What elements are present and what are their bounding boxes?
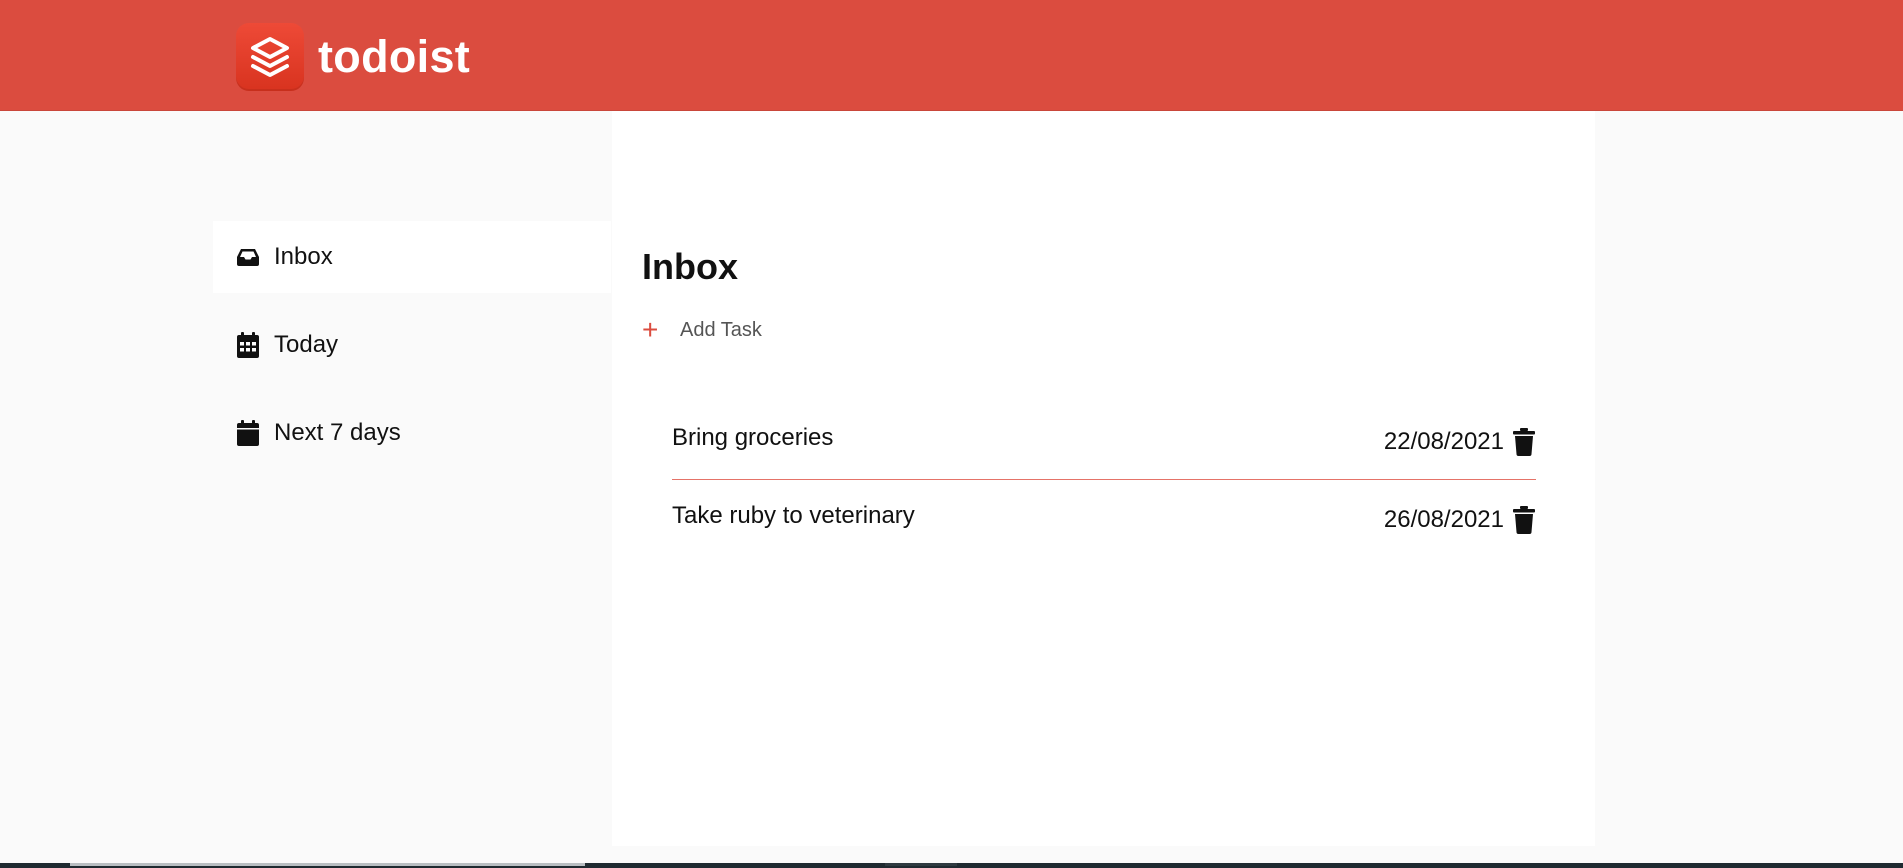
add-task-label: Add Task <box>680 318 762 341</box>
sidebar-item-next-7-days[interactable]: Next 7 days <box>213 397 611 469</box>
sidebar-item-label: Today <box>274 331 339 358</box>
window-bottom-bar <box>0 863 1903 868</box>
bottom-bar-segment <box>885 863 957 866</box>
app-logo[interactable]: todoist <box>236 23 470 91</box>
task-item[interactable]: Bring groceries 22/08/2021 <box>672 416 1536 466</box>
calendar-icon <box>236 420 260 446</box>
app-name: todoist <box>318 31 471 82</box>
task-divider <box>672 479 1536 480</box>
trash-icon[interactable] <box>1512 506 1536 534</box>
sidebar: Inbox Today Next 7 days <box>213 111 611 846</box>
task-date: 22/08/2021 <box>1383 428 1504 455</box>
sidebar-item-today[interactable]: Today <box>213 309 611 381</box>
calendar-grid-icon <box>236 332 260 358</box>
task-item[interactable]: Take ruby to veterinary 26/08/2021 <box>672 494 1536 544</box>
sidebar-item-inbox[interactable]: Inbox <box>213 221 611 293</box>
task-title: Bring groceries <box>672 424 834 451</box>
page-title: Inbox <box>642 246 738 287</box>
main-content: Inbox + Add Task Bring groceries 22/08/2… <box>612 111 1595 846</box>
task-date: 26/08/2021 <box>1383 506 1504 533</box>
app-header: todoist <box>0 0 1903 111</box>
inbox-icon <box>236 245 260 269</box>
trash-icon[interactable] <box>1512 428 1536 456</box>
sidebar-item-label: Next 7 days <box>274 419 401 446</box>
sidebar-item-label: Inbox <box>274 243 333 270</box>
add-task-button[interactable]: + Add Task <box>642 316 762 344</box>
task-title: Take ruby to veterinary <box>672 502 915 529</box>
todoist-layers-icon <box>236 23 304 91</box>
scrollbar-thumb[interactable] <box>70 863 585 866</box>
plus-icon: + <box>642 314 659 345</box>
